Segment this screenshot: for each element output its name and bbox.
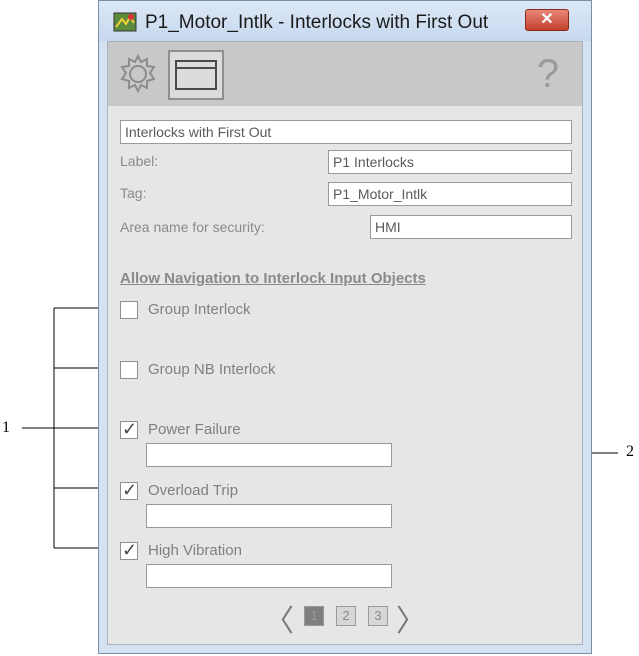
display-properties-button[interactable]: [168, 50, 224, 100]
window-title: P1_Motor_Intlk - Interlocks with First O…: [145, 12, 489, 33]
navigation-section-title: Allow Navigation to Interlock Input Obje…: [120, 270, 426, 287]
label-caption: Label:: [120, 153, 159, 169]
tag-field[interactable]: P1_Motor_Intlk: [328, 182, 572, 206]
checkmark-icon: ✓: [122, 540, 138, 560]
app-icon: [113, 12, 137, 32]
group-interlock-checkbox[interactable]: [120, 301, 138, 319]
page-navigator: 〈 1 2 3 〉: [264, 602, 434, 638]
power-failure-label: Power Failure: [148, 421, 241, 438]
group-nb-interlock-label: Group NB Interlock: [148, 361, 276, 378]
help-icon[interactable]: ?: [528, 48, 568, 100]
window-icon: [175, 60, 217, 90]
page-2-button[interactable]: 2: [336, 606, 356, 626]
group-nb-interlock-checkbox[interactable]: [120, 361, 138, 379]
overload-trip-label: Overload Trip: [148, 482, 239, 499]
faceplate-window: P1_Motor_Intlk - Interlocks with First O…: [98, 0, 592, 654]
high-vibration-checkbox[interactable]: ✓: [120, 540, 138, 560]
power-failure-display-field[interactable]: [146, 443, 392, 467]
page-3-button[interactable]: 3: [368, 606, 388, 626]
previous-page-button[interactable]: 〈: [264, 596, 294, 640]
tag-caption: Tag:: [120, 185, 147, 201]
checkmark-icon: ✓: [122, 480, 138, 500]
close-button[interactable]: ✕: [525, 9, 569, 31]
gear-icon[interactable]: [116, 50, 160, 98]
title-bar[interactable]: P1_Motor_Intlk - Interlocks with First O…: [99, 1, 591, 41]
next-page-button[interactable]: 〉: [396, 596, 426, 640]
overload-trip-display-field[interactable]: [146, 504, 392, 528]
high-vibration-display-field[interactable]: [146, 564, 392, 588]
group-interlock-label: Group Interlock: [148, 301, 251, 318]
toolbar: ?: [108, 42, 582, 106]
high-vibration-label: High Vibration: [148, 542, 242, 559]
area-caption: Area name for security:: [120, 219, 265, 235]
area-field[interactable]: HMI: [370, 215, 572, 239]
overload-trip-checkbox[interactable]: ✓: [120, 480, 138, 500]
checkmark-icon: ✓: [122, 419, 138, 439]
faceplate-body: ? Interlocks with First Out Label: P1 In…: [107, 41, 583, 645]
callout-number-2: 2: [626, 443, 634, 460]
callout-number-1: 1: [2, 419, 10, 436]
label-field[interactable]: P1 Interlocks: [328, 150, 572, 174]
power-failure-checkbox[interactable]: ✓: [120, 419, 138, 439]
page-1-button[interactable]: 1: [304, 606, 324, 626]
description-field[interactable]: Interlocks with First Out: [120, 120, 572, 144]
